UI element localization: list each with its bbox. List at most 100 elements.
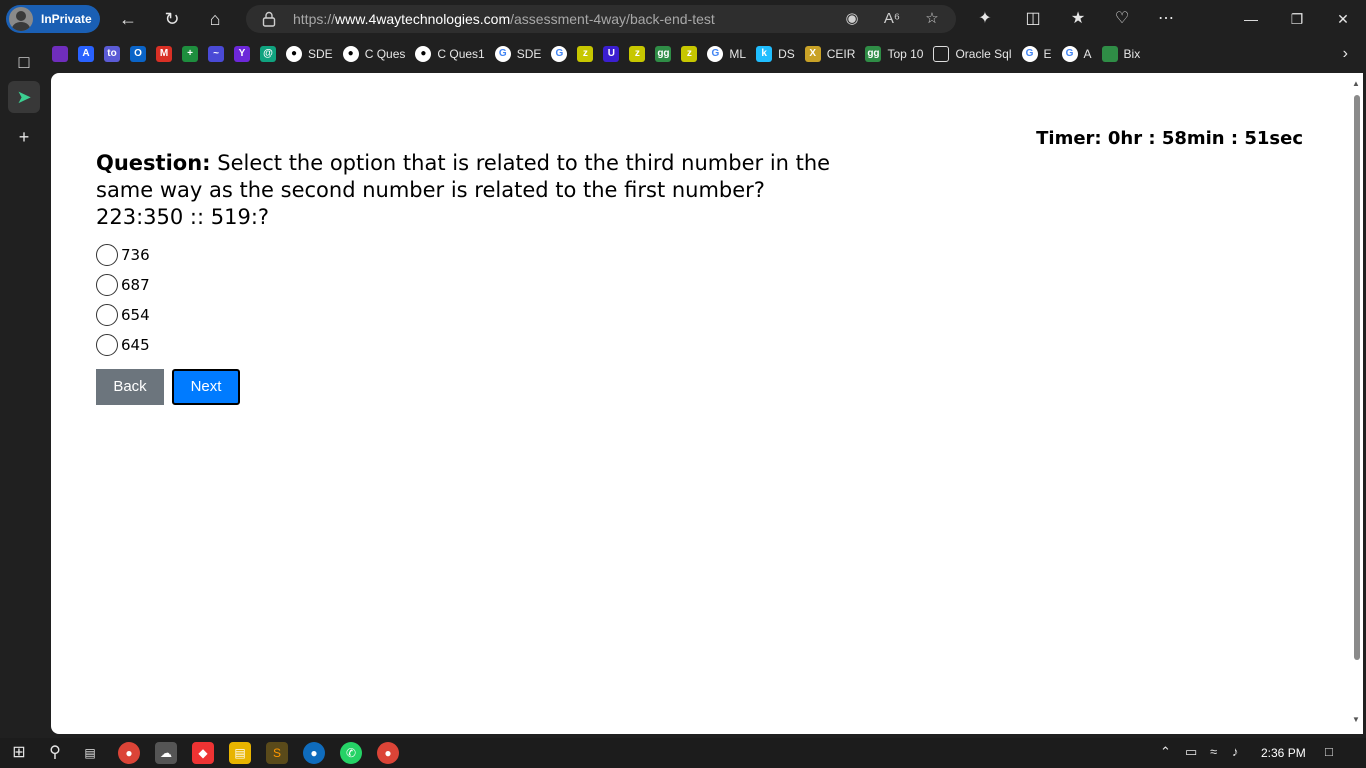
favorite-Y-icon: Y bbox=[234, 46, 250, 62]
answer-option[interactable]: 645 bbox=[96, 330, 150, 360]
back-arrow-icon[interactable]: ← bbox=[116, 7, 140, 31]
favorite-item[interactable]: gg bbox=[655, 40, 672, 68]
clock[interactable]: 2:36 PM bbox=[1261, 746, 1306, 760]
close-icon[interactable]: ✕ bbox=[1323, 5, 1363, 33]
favorite-star-icon[interactable]: ☆ bbox=[922, 9, 942, 29]
favorite-gg-icon: gg bbox=[865, 46, 882, 62]
next-button[interactable]: Next bbox=[172, 369, 240, 405]
sublime-text-icon[interactable]: S bbox=[266, 742, 288, 764]
option-label: 687 bbox=[121, 276, 150, 294]
file-explorer-icon[interactable]: ▤ bbox=[229, 742, 251, 764]
split-screen-icon[interactable]: ◫ bbox=[1021, 7, 1045, 31]
favorites-icon[interactable]: ★ bbox=[1066, 7, 1090, 31]
favorite-label: A bbox=[1083, 47, 1092, 61]
windows-start-icon[interactable]: ⊞ bbox=[8, 742, 30, 764]
inprivate-profile-button[interactable]: InPrivate bbox=[6, 5, 100, 33]
read-aloud-icon[interactable]: A⁶ bbox=[882, 9, 902, 29]
favorite-item[interactable]: @ bbox=[260, 40, 276, 68]
favorite-item[interactable]: k DS bbox=[756, 40, 795, 68]
favorite-G-icon: G bbox=[1061, 46, 1078, 62]
favorite-item[interactable]: GA bbox=[1061, 40, 1092, 68]
favorite-G-icon: G bbox=[707, 46, 724, 62]
favorite-item[interactable]: A bbox=[78, 40, 94, 68]
wifi-icon[interactable]: ≈ bbox=[1210, 744, 1217, 759]
favorite-item[interactable]: + bbox=[182, 40, 198, 68]
new-tab-icon[interactable]: + bbox=[8, 121, 40, 153]
favorite-item[interactable]: Bix bbox=[1101, 40, 1141, 68]
answer-option[interactable]: 687 bbox=[96, 270, 150, 300]
favorite--icon: @ bbox=[260, 46, 276, 62]
favorite-item[interactable]: GE bbox=[1021, 40, 1052, 68]
favorite-label: SDE bbox=[308, 47, 333, 61]
favorite-item[interactable]: X CEIR bbox=[804, 40, 856, 68]
search-icon[interactable]: ⚲ bbox=[44, 742, 66, 764]
refresh-icon[interactable]: ↻ bbox=[160, 7, 184, 31]
scrollbar-thumb[interactable] bbox=[1354, 95, 1360, 660]
favorite-item[interactable]: G ML bbox=[707, 40, 746, 68]
scroll-down-arrow-icon[interactable]: ▼ bbox=[1352, 715, 1360, 724]
address-bar[interactable]: https://www.4waytechnologies.com/assessm… bbox=[246, 5, 956, 33]
page-scrollbar[interactable]: ▲ ▼ bbox=[1352, 79, 1360, 724]
favorite-item[interactable]: M bbox=[156, 40, 172, 68]
edge-icon[interactable]: ● bbox=[303, 742, 325, 764]
favorite-label: Bix bbox=[1123, 47, 1141, 61]
app-icon[interactable]: ☁ bbox=[155, 742, 177, 764]
more-options-icon[interactable]: ⋯ bbox=[1154, 7, 1178, 31]
notification-icon[interactable]: □ bbox=[1325, 744, 1333, 759]
favorite-item[interactable]: G SDE bbox=[494, 40, 542, 68]
task-view-icon[interactable]: ▤ bbox=[79, 742, 101, 764]
favorite-item[interactable]: ~ bbox=[208, 40, 224, 68]
favorite-to-icon: to bbox=[104, 46, 120, 62]
restore-icon[interactable]: ❐ bbox=[1277, 5, 1317, 33]
favorite-G-icon: G bbox=[494, 46, 511, 62]
tracking-prevention-icon[interactable]: ◉ bbox=[842, 9, 862, 29]
question-text: Question: Select the option that is rela… bbox=[96, 150, 836, 231]
chevron-up-icon[interactable]: ⌃ bbox=[1160, 744, 1171, 760]
anydesk-icon[interactable]: ◆ bbox=[192, 742, 214, 764]
favorite-gg-icon: gg bbox=[655, 46, 672, 62]
favorite-item[interactable]: U bbox=[603, 40, 620, 68]
answer-option[interactable]: 736 bbox=[96, 240, 150, 270]
favorite-label: SDE bbox=[516, 47, 542, 61]
answer-option[interactable]: 654 bbox=[96, 300, 150, 330]
chevron-right-icon[interactable]: › bbox=[1343, 40, 1348, 68]
favorite-item[interactable]: Y bbox=[234, 40, 250, 68]
inprivate-label: InPrivate bbox=[41, 12, 92, 26]
favorite-k-icon: k bbox=[756, 46, 773, 62]
favorite-item[interactable]: ● C Ques bbox=[342, 40, 405, 68]
minimize-icon[interactable]: — bbox=[1231, 5, 1271, 33]
radio-button[interactable] bbox=[96, 274, 118, 296]
scroll-up-arrow-icon[interactable]: ▲ bbox=[1352, 79, 1360, 88]
battery-icon[interactable]: ▭ bbox=[1185, 744, 1197, 760]
favorite-item[interactable]: Oracle Sql bbox=[933, 40, 1012, 68]
browser-essentials-icon[interactable]: ♡ bbox=[1110, 7, 1134, 31]
favorite-item[interactable]: to bbox=[104, 40, 120, 68]
favorite-item[interactable]: z bbox=[629, 40, 646, 68]
tab-actions-icon[interactable]: □ bbox=[8, 46, 40, 78]
radio-button[interactable] bbox=[96, 244, 118, 266]
answer-options: 736 687 654 645 bbox=[96, 240, 150, 360]
whatsapp-icon[interactable]: ✆ bbox=[340, 742, 362, 764]
favorite-doc-icon bbox=[933, 46, 950, 62]
radio-button[interactable] bbox=[96, 334, 118, 356]
favorite-item[interactable]: gg Top 10 bbox=[865, 40, 923, 68]
radio-button[interactable] bbox=[96, 304, 118, 326]
back-button[interactable]: Back bbox=[96, 369, 164, 405]
volume-icon[interactable]: ♪ bbox=[1232, 744, 1239, 759]
chrome-icon[interactable]: ● bbox=[118, 742, 140, 764]
favorite-item[interactable]: z bbox=[681, 40, 698, 68]
home-icon[interactable]: ⌂ bbox=[203, 7, 227, 31]
favorite-item[interactable]: ● C Ques1 bbox=[415, 40, 485, 68]
favorite-item[interactable]: z bbox=[577, 40, 594, 68]
favorite-item[interactable] bbox=[52, 40, 68, 68]
favorite-item[interactable]: G bbox=[551, 40, 568, 68]
url-text[interactable]: https://www.4waytechnologies.com/assessm… bbox=[293, 11, 715, 27]
active-tab-favicon-icon[interactable]: ➤ bbox=[8, 81, 40, 113]
extensions-icon[interactable]: ✦ bbox=[973, 7, 997, 31]
favorite-z-icon: z bbox=[629, 46, 646, 62]
favorite-label: CEIR bbox=[826, 47, 856, 61]
favorite-item[interactable]: ● SDE bbox=[286, 40, 333, 68]
favorite-item[interactable]: O bbox=[130, 40, 146, 68]
chrome-icon[interactable]: ● bbox=[377, 742, 399, 764]
avatar-icon bbox=[9, 7, 33, 31]
